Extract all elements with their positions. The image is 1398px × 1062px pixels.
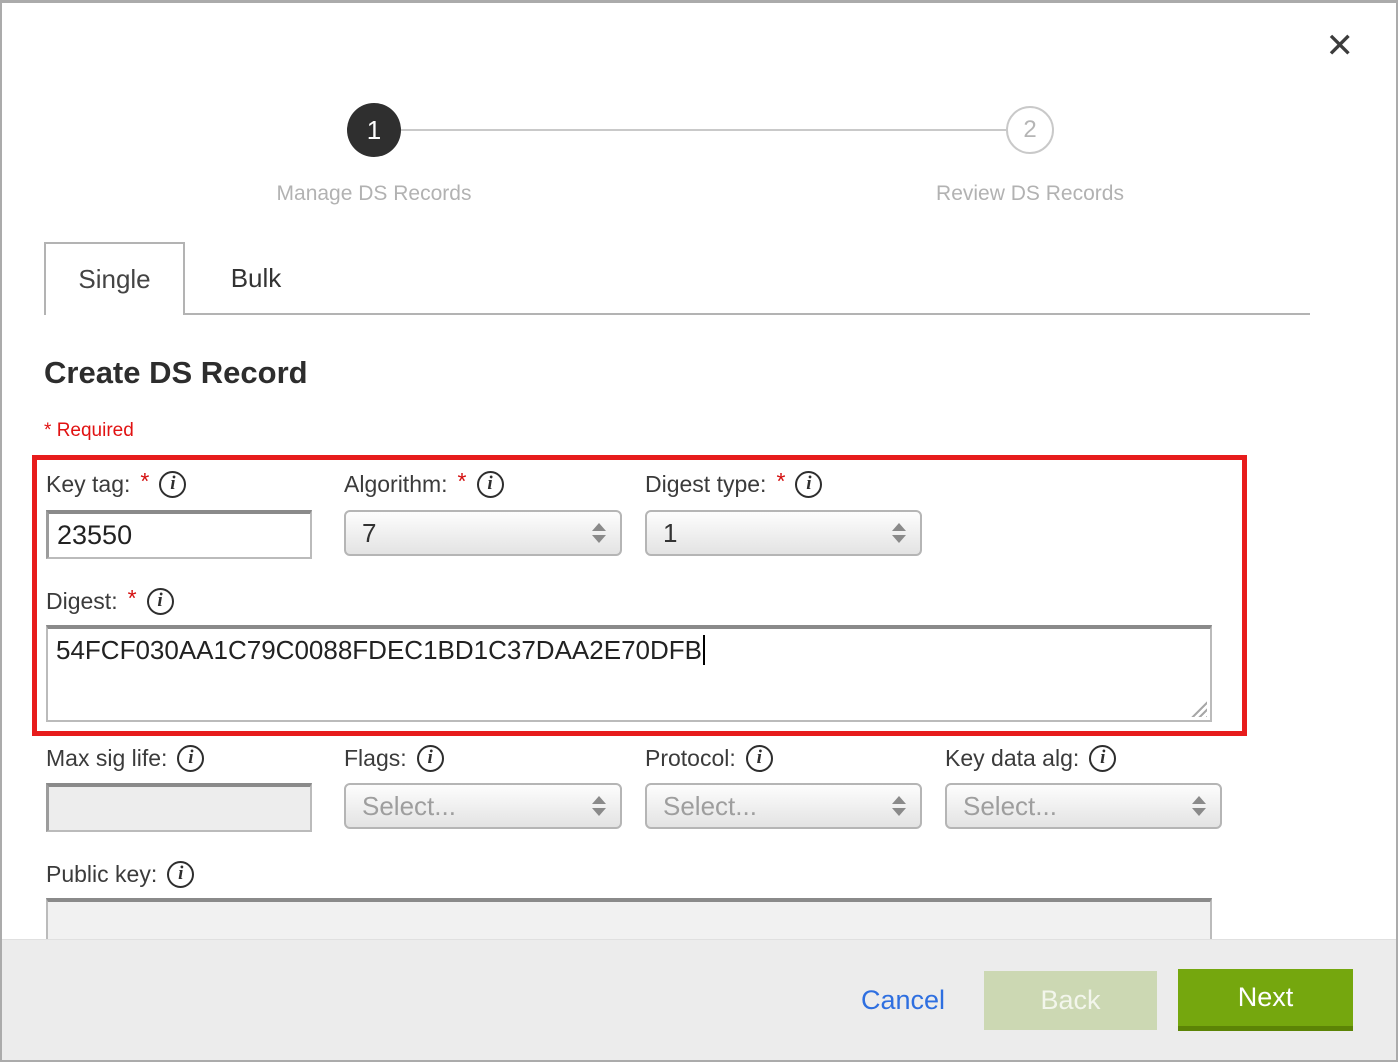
back-button[interactable]: Back [984, 971, 1157, 1030]
flags-info-icon[interactable]: i [417, 745, 444, 772]
digest-type-label: Digest type: * i [645, 471, 822, 498]
protocol-label-text: Protocol: [645, 745, 736, 772]
algorithm-label-text: Algorithm: [344, 471, 448, 498]
step-2-label: Review DS Records [936, 182, 1124, 206]
resize-grip-icon[interactable] [1190, 700, 1207, 717]
select-arrows-icon [1192, 796, 1206, 816]
flags-selected-value: Select... [362, 791, 592, 822]
flags-label-text: Flags: [344, 745, 407, 772]
key-data-alg-select[interactable]: Select... [945, 783, 1222, 829]
key-tag-info-icon[interactable]: i [159, 471, 186, 498]
select-arrows-icon [592, 796, 606, 816]
stepper-track [401, 129, 1007, 131]
digest-type-required-star: * [776, 468, 785, 495]
step-1-label: Manage DS Records [277, 182, 472, 206]
key-data-alg-label-text: Key data alg: [945, 745, 1079, 772]
tab-bulk[interactable]: Bulk [185, 242, 327, 315]
key-tag-label: Key tag: * i [46, 471, 186, 498]
algorithm-label: Algorithm: * i [344, 471, 504, 498]
protocol-info-icon[interactable]: i [746, 745, 773, 772]
max-sig-life-input[interactable] [46, 783, 312, 832]
digest-type-select[interactable]: 1 [645, 510, 922, 556]
next-button[interactable]: Next [1178, 969, 1353, 1031]
digest-textarea[interactable]: 54FCF030AA1C79C0088FDEC1BD1C37DAA2E70DFB [46, 625, 1212, 722]
modal-footer: Cancel Back Next [2, 939, 1396, 1060]
select-arrows-icon [892, 796, 906, 816]
key-data-alg-info-icon[interactable]: i [1089, 745, 1116, 772]
create-ds-record-modal: ✕ 1 2 Manage DS Records Review DS Record… [0, 0, 1398, 1062]
max-sig-life-label-text: Max sig life: [46, 745, 167, 772]
text-caret [703, 635, 705, 665]
digest-value: 54FCF030AA1C79C0088FDEC1BD1C37DAA2E70DFB [56, 635, 702, 665]
public-key-info-icon[interactable]: i [167, 861, 194, 888]
tab-single[interactable]: Single [44, 242, 185, 315]
select-arrows-icon [892, 523, 906, 543]
required-note-text: Required [57, 420, 134, 441]
flags-label: Flags: i [344, 745, 444, 772]
max-sig-life-info-icon[interactable]: i [177, 745, 204, 772]
max-sig-life-label: Max sig life: i [46, 745, 204, 772]
step-2-circle[interactable]: 2 [1006, 106, 1054, 154]
public-key-label-text: Public key: [46, 861, 157, 888]
digest-type-info-icon[interactable]: i [795, 471, 822, 498]
key-tag-required-star: * [140, 468, 149, 495]
close-icon[interactable]: ✕ [1326, 29, 1355, 63]
protocol-selected-value: Select... [663, 791, 892, 822]
algorithm-selected-value: 7 [362, 518, 592, 549]
algorithm-info-icon[interactable]: i [477, 471, 504, 498]
algorithm-select[interactable]: 7 [344, 510, 622, 556]
page-title: Create DS Record [44, 355, 308, 391]
protocol-label: Protocol: i [645, 745, 773, 772]
key-data-alg-selected-value: Select... [963, 791, 1192, 822]
digest-required-star: * [128, 585, 137, 612]
digest-label-text: Digest: [46, 588, 118, 615]
digest-info-icon[interactable]: i [147, 588, 174, 615]
key-tag-input[interactable] [46, 510, 312, 559]
key-tag-label-text: Key tag: [46, 471, 130, 498]
select-arrows-icon [592, 523, 606, 543]
cancel-button[interactable]: Cancel [861, 985, 945, 1016]
required-note-star: * [44, 420, 51, 441]
algorithm-required-star: * [458, 468, 467, 495]
protocol-select[interactable]: Select... [645, 783, 922, 829]
flags-select[interactable]: Select... [344, 783, 622, 829]
required-note: * Required [44, 420, 134, 442]
public-key-label: Public key: i [46, 861, 194, 888]
digest-label: Digest: * i [46, 588, 174, 615]
step-1-circle[interactable]: 1 [347, 103, 401, 157]
key-data-alg-label: Key data alg: i [945, 745, 1116, 772]
public-key-textarea[interactable] [46, 898, 1212, 944]
digest-type-selected-value: 1 [663, 518, 892, 549]
digest-type-label-text: Digest type: [645, 471, 766, 498]
